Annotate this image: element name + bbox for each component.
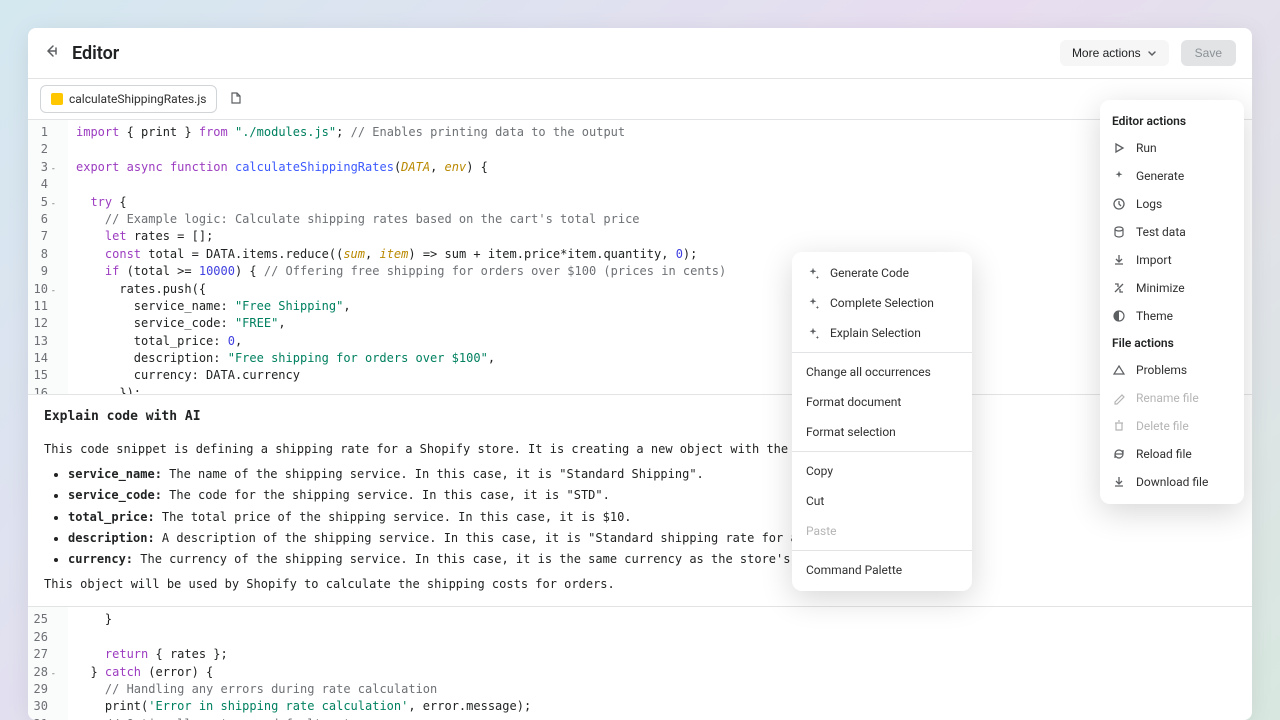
explain-title: Explain code with AI (44, 407, 1236, 428)
problems-action[interactable]: Problems (1100, 356, 1244, 384)
run-action[interactable]: Run (1100, 134, 1244, 162)
explain-list: service_name: The name of the shipping s… (68, 465, 1236, 569)
complete-selection-item[interactable]: Complete Selection (792, 288, 972, 318)
explain-item: service_code: The code for the shipping … (68, 486, 1236, 505)
tab-filename: calculateShippingRates.js (69, 92, 206, 106)
tab-bar: calculateShippingRates.js (28, 79, 1252, 120)
import-action[interactable]: Import (1100, 246, 1244, 274)
explain-item: currency: The currency of the shipping s… (68, 550, 1236, 569)
explain-item: total_price: The total price of the ship… (68, 508, 1236, 527)
explain-panel: Explain code with AI This code snippet i… (28, 394, 1252, 607)
explain-selection-item[interactable]: Explain Selection (792, 318, 972, 348)
reload-action[interactable]: Reload file (1100, 440, 1244, 468)
editor-actions-title: Editor actions (1100, 108, 1244, 134)
code-editor-top[interactable]: 1 2 3-4 5-6 7 8 9 10-11 12 13 14 15 16 1… (28, 120, 1252, 394)
cut-item[interactable]: Cut (792, 486, 972, 516)
minimize-action[interactable]: Minimize (1100, 274, 1244, 302)
file-actions-title: File actions (1100, 330, 1244, 356)
generate-action[interactable]: Generate (1100, 162, 1244, 190)
new-file-icon[interactable] (225, 86, 247, 113)
more-actions-button[interactable]: More actions (1060, 40, 1169, 66)
copy-item[interactable]: Copy (792, 456, 972, 486)
code-editor-bottom[interactable]: 25 26 27 28-29 30 31 32-33-34 } return {… (28, 607, 1252, 720)
explain-intro: This code snippet is defining a shipping… (44, 440, 1236, 459)
editor-window: Editor More actions Save calculateShippi… (28, 28, 1252, 720)
back-icon[interactable] (44, 43, 60, 63)
delete-action: Delete file (1100, 412, 1244, 440)
logs-action[interactable]: Logs (1100, 190, 1244, 218)
test-data-action[interactable]: Test data (1100, 218, 1244, 246)
explain-item: description: A description of the shippi… (68, 529, 1236, 548)
generate-code-item[interactable]: Generate Code (792, 258, 972, 288)
chevron-down-icon (1147, 48, 1157, 58)
context-menu: Generate Code Complete Selection Explain… (792, 252, 972, 591)
header: Editor More actions Save (28, 28, 1252, 79)
rename-action: Rename file (1100, 384, 1244, 412)
format-document-item[interactable]: Format document (792, 387, 972, 417)
paste-item: Paste (792, 516, 972, 546)
change-all-item[interactable]: Change all occurrences (792, 357, 972, 387)
explain-outro: This object will be used by Shopify to c… (44, 575, 1236, 594)
js-file-icon (51, 93, 63, 105)
page-title: Editor (72, 43, 1048, 64)
explain-item: service_name: The name of the shipping s… (68, 465, 1236, 484)
download-action[interactable]: Download file (1100, 468, 1244, 496)
file-tab[interactable]: calculateShippingRates.js (40, 85, 217, 113)
theme-action[interactable]: Theme (1100, 302, 1244, 330)
format-selection-item[interactable]: Format selection (792, 417, 972, 447)
actions-panel: Editor actions Run Generate Logs Test da… (1100, 100, 1244, 504)
command-palette-item[interactable]: Command Palette (792, 555, 972, 585)
editor-container: 1 2 3-4 5-6 7 8 9 10-11 12 13 14 15 16 1… (28, 120, 1252, 720)
save-button[interactable]: Save (1181, 40, 1236, 66)
